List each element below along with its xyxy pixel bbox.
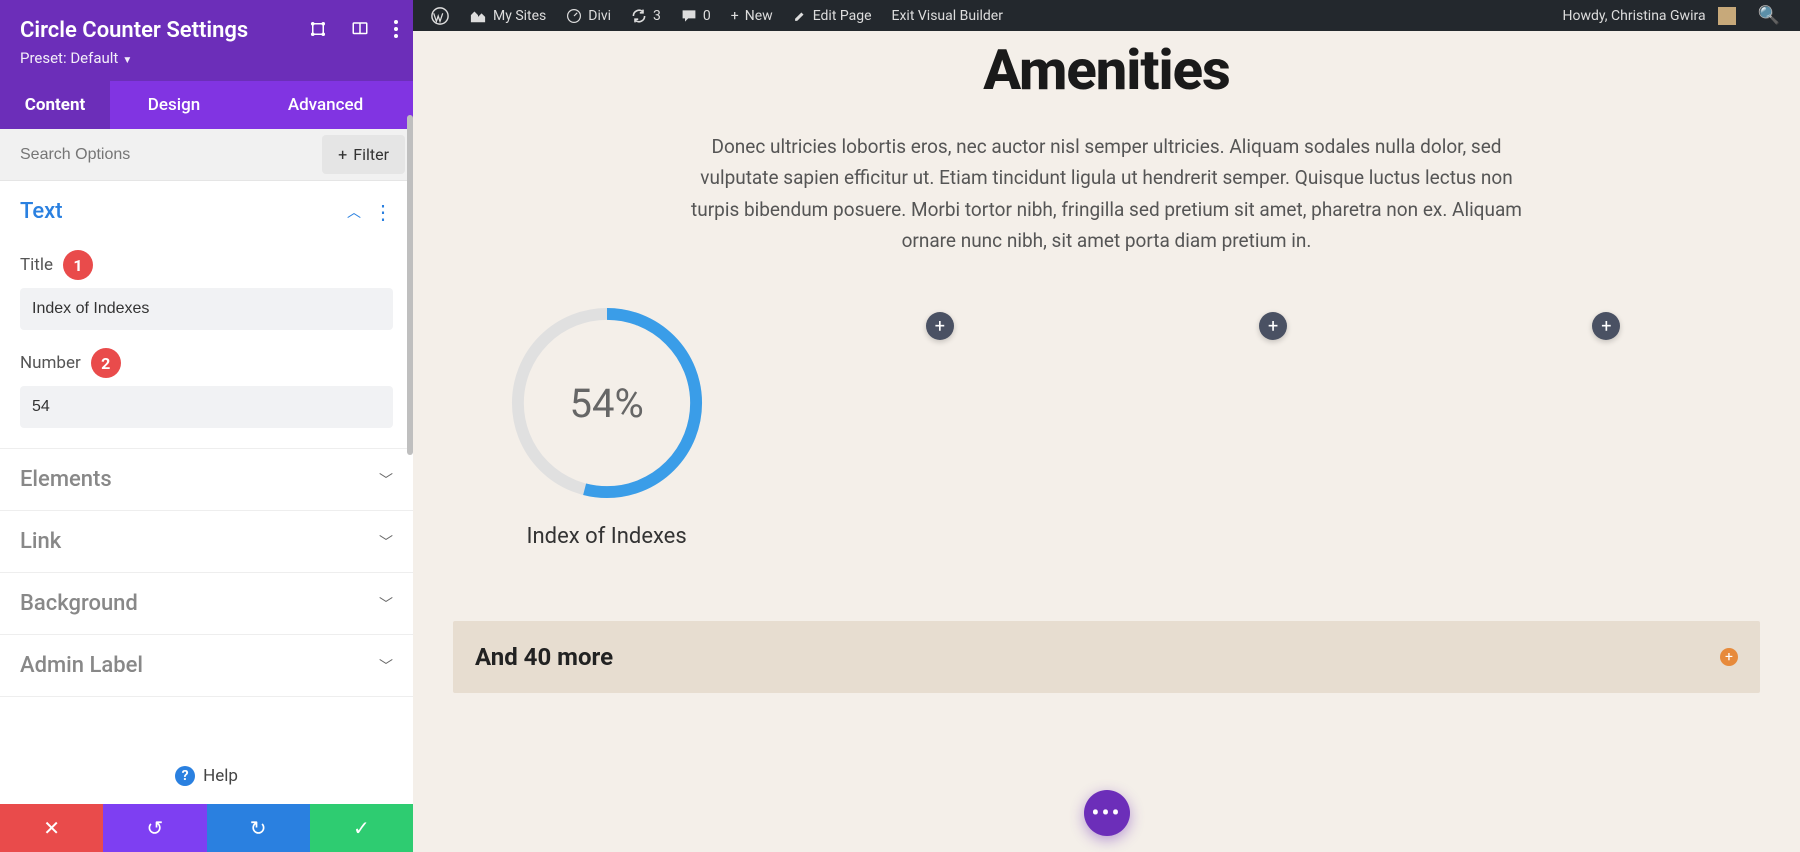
caret-down-icon: ▼ xyxy=(122,55,132,66)
section-text-body: Title 1 Number 2 xyxy=(0,250,413,448)
avatar xyxy=(1718,7,1736,25)
plus-icon: + xyxy=(338,145,347,164)
tab-content[interactable]: Content xyxy=(0,81,110,129)
chevron-up-icon: ︿ xyxy=(347,202,361,222)
search-input[interactable] xyxy=(0,132,322,178)
action-bar: ✕ ↺ ↻ ✓ xyxy=(0,804,413,852)
title-input[interactable] xyxy=(20,288,393,330)
chevron-down-icon: ﹀ xyxy=(379,656,393,676)
empty-column-3[interactable]: + xyxy=(1120,304,1427,549)
builder-fab[interactable]: ••• xyxy=(1084,790,1130,836)
expand-icon[interactable] xyxy=(309,20,327,38)
number-input[interactable] xyxy=(20,386,393,428)
circle-title: Index of Indexes xyxy=(527,524,687,549)
preset-selector[interactable]: Preset: Default ▼ xyxy=(20,49,393,67)
undo-button[interactable]: ↺ xyxy=(103,804,206,852)
badge-2: 2 xyxy=(91,348,121,378)
filter-label: Filter xyxy=(353,145,389,164)
page-title: Amenities xyxy=(413,37,1800,103)
settings-tabs: Content Design Advanced xyxy=(0,81,413,129)
section-text-header[interactable]: Text ︿ ⋮ xyxy=(0,181,413,242)
section-adminlabel-title: Admin Label xyxy=(20,653,143,678)
empty-column-4[interactable]: + xyxy=(1453,304,1760,549)
section-elements-title: Elements xyxy=(20,467,112,492)
add-module-button[interactable]: + xyxy=(926,312,954,340)
save-button[interactable]: ✓ xyxy=(310,804,413,852)
chevron-down-icon: ﹀ xyxy=(379,470,393,490)
preset-name: Default xyxy=(70,49,118,67)
wp-edit-page[interactable]: Edit Page xyxy=(783,8,882,24)
section-adminlabel-header[interactable]: Admin Label ﹀ xyxy=(0,635,413,696)
help-icon: ? xyxy=(175,766,195,786)
preset-prefix: Preset: xyxy=(20,49,70,67)
search-row: + Filter xyxy=(0,129,413,181)
chevron-down-icon: ﹀ xyxy=(379,532,393,552)
section-link-header[interactable]: Link ﹀ xyxy=(0,511,413,572)
wp-exit-builder[interactable]: Exit Visual Builder xyxy=(882,8,1013,24)
page-description: Donec ultricies lobortis eros, nec aucto… xyxy=(677,131,1537,256)
toggle-module[interactable]: And 40 more + xyxy=(453,621,1760,693)
help-label: Help xyxy=(203,766,238,786)
circle-counter-module[interactable]: 54% Index of Indexes xyxy=(453,304,760,549)
wp-updates[interactable]: 3 xyxy=(621,8,671,24)
empty-column-2[interactable]: + xyxy=(786,304,1093,549)
section-background-header[interactable]: Background ﹀ xyxy=(0,573,413,634)
cancel-button[interactable]: ✕ xyxy=(0,804,103,852)
wp-greeting[interactable]: Howdy, Christina Gwira xyxy=(1553,7,1746,25)
help-link[interactable]: ? Help xyxy=(0,748,413,804)
section-elements-header[interactable]: Elements ﹀ xyxy=(0,449,413,510)
tab-advanced[interactable]: Advanced xyxy=(238,81,413,129)
section-link-title: Link xyxy=(20,529,61,554)
wp-admin-bar: My Sites Divi 3 0 +New Edit Page Exit Vi… xyxy=(413,0,1800,31)
add-module-button[interactable]: + xyxy=(1259,312,1287,340)
title-label: Title xyxy=(20,255,53,275)
responsive-icon[interactable] xyxy=(351,20,369,38)
sidebar-header: Circle Counter Settings Preset: Default▼ xyxy=(0,0,413,81)
search-icon[interactable]: 🔍 xyxy=(1746,5,1792,26)
section-more-icon[interactable]: ⋮ xyxy=(373,200,393,224)
redo-button[interactable]: ↻ xyxy=(207,804,310,852)
section-background-title: Background xyxy=(20,591,138,616)
toggle-expand-icon[interactable]: + xyxy=(1720,648,1738,666)
chevron-down-icon: ﹀ xyxy=(379,594,393,614)
toggle-label: And 40 more xyxy=(475,643,613,671)
section-text-title: Text xyxy=(20,199,63,224)
tab-design[interactable]: Design xyxy=(110,81,238,129)
badge-1: 1 xyxy=(63,250,93,280)
wp-new[interactable]: +New xyxy=(721,8,783,24)
preview-canvas: Amenities Donec ultricies lobortis eros,… xyxy=(413,31,1800,852)
number-label: Number xyxy=(20,353,81,373)
settings-sidebar: Circle Counter Settings Preset: Default▼… xyxy=(0,0,413,852)
more-icon[interactable] xyxy=(393,20,399,38)
plus-icon: + xyxy=(731,8,739,24)
options-scroll: Text ︿ ⋮ Title 1 Number 2 xyxy=(0,181,413,748)
circle-row: 54% Index of Indexes + + + xyxy=(453,304,1760,549)
filter-button[interactable]: + Filter xyxy=(322,135,405,174)
wp-logo[interactable] xyxy=(421,7,459,25)
circle-percent: 54% xyxy=(508,304,706,502)
wp-site-divi[interactable]: Divi xyxy=(556,8,621,24)
wp-my-sites[interactable]: My Sites xyxy=(459,8,556,24)
circle-counter: 54% xyxy=(508,304,706,502)
add-module-button[interactable]: + xyxy=(1592,312,1620,340)
wp-comments[interactable]: 0 xyxy=(671,8,721,24)
